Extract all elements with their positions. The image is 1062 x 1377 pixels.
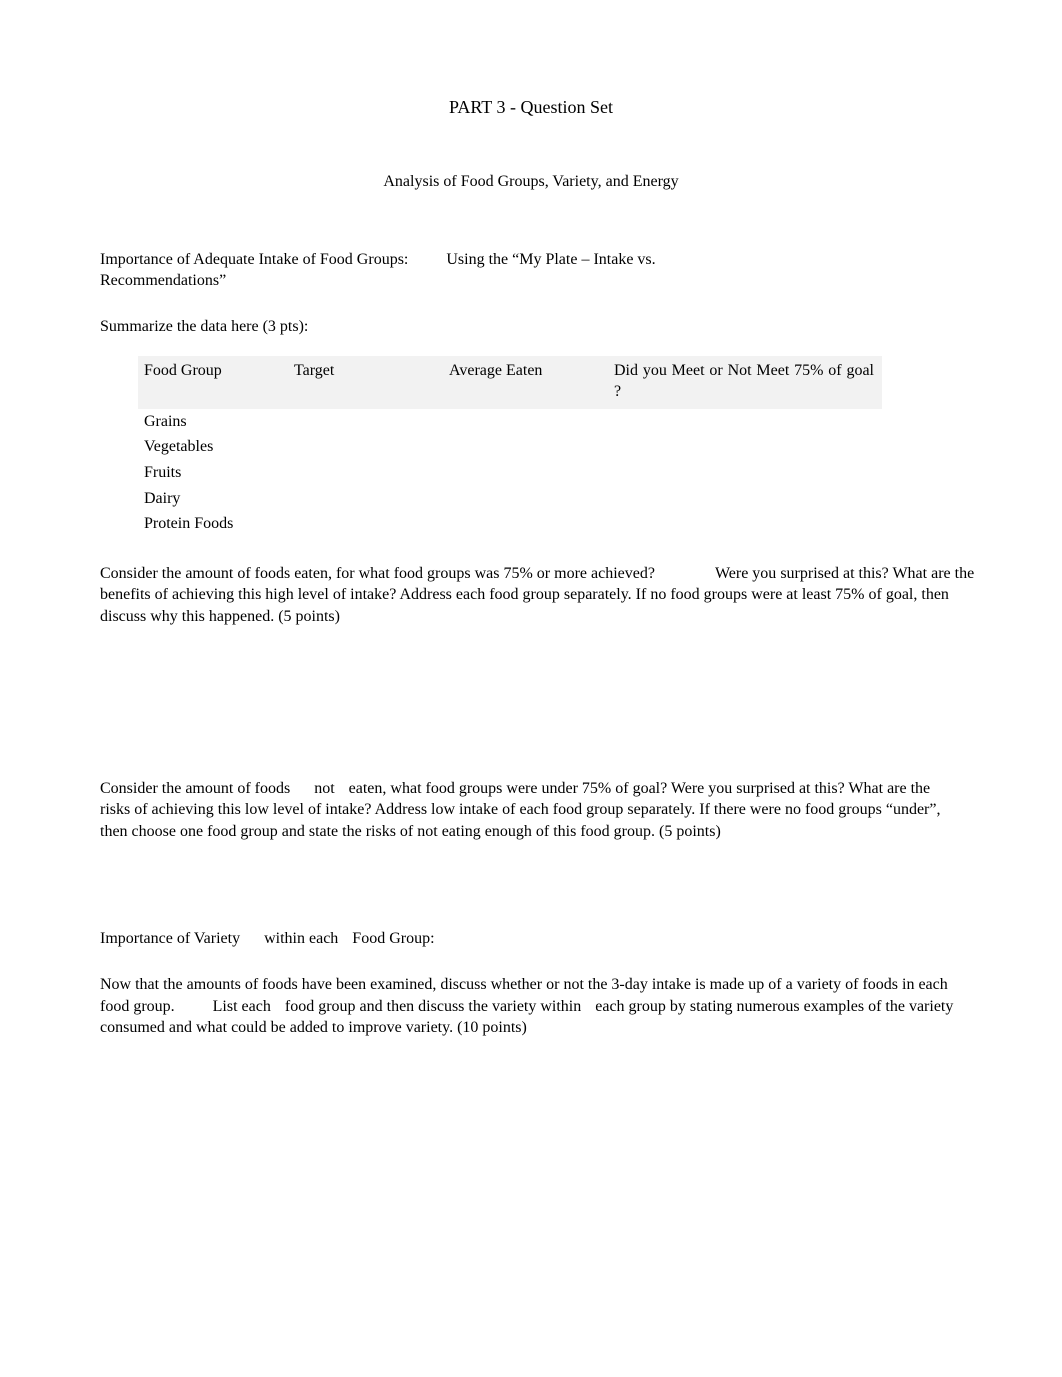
page-title: PART 3 - Question Set xyxy=(100,95,962,119)
intro-text-a: Importance of Adequate Intake of Food Gr… xyxy=(100,251,408,268)
cell-average[interactable] xyxy=(443,486,608,512)
table-row: Grains xyxy=(138,409,882,435)
variety-heading: Importance of Variety within each Food Gro… xyxy=(100,928,962,950)
intro-text-b: Using the “My Plate – Intake vs. xyxy=(446,251,655,268)
q1-part1: Consider the amount of foods eaten, for … xyxy=(100,565,655,582)
cell-food-group: Protein Foods xyxy=(138,511,288,537)
q2-lead: Consider the amount of foods xyxy=(100,780,290,797)
cell-meet[interactable] xyxy=(608,460,882,486)
cell-meet[interactable] xyxy=(608,486,882,512)
table-row: Dairy xyxy=(138,486,882,512)
cell-meet[interactable] xyxy=(608,434,882,460)
table-row: Protein Foods xyxy=(138,511,882,537)
col-header-food-group: Food Group xyxy=(138,356,288,409)
table-row: Fruits xyxy=(138,460,882,486)
cell-target[interactable] xyxy=(288,460,443,486)
cell-meet[interactable] xyxy=(608,511,882,537)
question-1: Consider the amount of foods eaten, for … xyxy=(100,563,998,628)
col-header-average-eaten: Average Eaten xyxy=(443,356,608,409)
table-row: Vegetables xyxy=(138,434,882,460)
q1-part2: Were you xyxy=(715,565,776,582)
cell-average[interactable] xyxy=(443,511,608,537)
question-2: Consider the amount of foods not eaten, wh… xyxy=(100,778,962,843)
cell-target[interactable] xyxy=(288,434,443,460)
variety-paragraph: Now that the amounts of foods have been … xyxy=(100,974,962,1039)
cell-food-group: Fruits xyxy=(138,460,288,486)
cell-food-group: Grains xyxy=(138,409,288,435)
variety-heading-c: Food Group: xyxy=(352,930,434,947)
col-header-meet-goal: Did you Meet or Not Meet 75% of goal ? xyxy=(608,356,882,409)
variety-para-c: food group and then discuss the variety xyxy=(285,998,537,1015)
intro-text-c: Recommendations” xyxy=(100,272,226,289)
q2-not: not xyxy=(314,780,334,797)
cell-meet[interactable] xyxy=(608,409,882,435)
cell-target[interactable] xyxy=(288,486,443,512)
cell-average[interactable] xyxy=(443,434,608,460)
variety-para-d: within xyxy=(540,998,581,1015)
cell-average[interactable] xyxy=(443,409,608,435)
food-group-table: Food Group Target Average Eaten Did you … xyxy=(138,356,882,537)
cell-food-group: Dairy xyxy=(138,486,288,512)
section-intro: Importance of Adequate Intake of Food Gr… xyxy=(100,249,962,292)
cell-average[interactable] xyxy=(443,460,608,486)
cell-target[interactable] xyxy=(288,409,443,435)
variety-heading-b: within each xyxy=(264,930,338,947)
col-header-target: Target xyxy=(288,356,443,409)
cell-food-group: Vegetables xyxy=(138,434,288,460)
q2-tail: eaten, what food groups were under 75% o… xyxy=(349,780,733,797)
page-subtitle: Analysis of Food Groups, Variety, and En… xyxy=(100,171,962,193)
variety-para-b: List each xyxy=(213,998,271,1015)
variety-heading-a: Importance of Variety xyxy=(100,930,240,947)
summarize-label: Summarize the data here (3 pts): xyxy=(100,316,962,338)
cell-target[interactable] xyxy=(288,511,443,537)
